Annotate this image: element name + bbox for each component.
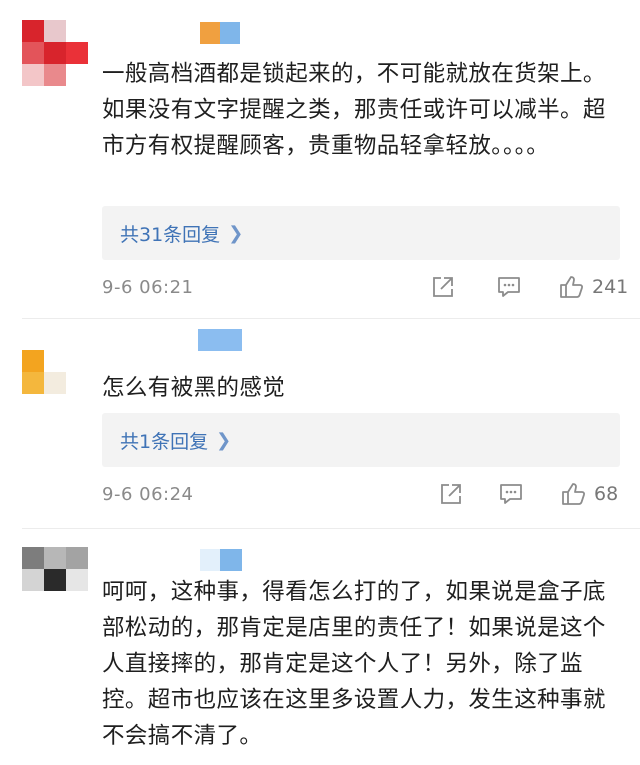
comment-icon[interactable] — [496, 274, 522, 300]
like-count: 68 — [594, 483, 619, 505]
comment-item: 呵呵，这种事，得看怎么打的了，如果说是盒子底部松动的，那肯定是店里的责任了！如果… — [0, 530, 640, 765]
avatar[interactable] — [22, 350, 66, 394]
username[interactable] — [200, 549, 242, 571]
share-icon[interactable] — [430, 274, 456, 300]
comment-text: 呵呵，这种事，得看怎么打的了，如果说是盒子底部松动的，那肯定是店里的责任了！如果… — [102, 579, 606, 749]
comment-actions: 241 — [430, 272, 628, 302]
comment-actions: 68 — [438, 479, 618, 509]
username[interactable] — [200, 22, 240, 44]
avatar[interactable] — [22, 547, 88, 591]
comment-item: 一般高档酒都是锁起来的，不可能就放在货架上。如果没有文字提醒之类，那责任或许可以… — [0, 0, 640, 320]
avatar[interactable] — [22, 20, 88, 86]
chevron-right-icon: ❯ — [228, 222, 244, 244]
like-count: 241 — [592, 276, 629, 298]
comment-text: 一般高档酒都是锁起来的，不可能就放在货架上。如果没有文字提醒之类，那责任或许可以… — [102, 61, 606, 159]
divider — [22, 528, 640, 529]
reply-count-label: 共31条回复 — [120, 223, 221, 246]
reply-count-button[interactable]: 共1条回复 ❯ — [102, 413, 620, 467]
thumbs-up-icon[interactable] — [558, 274, 584, 300]
reply-count-button[interactable]: 共31条回复 ❯ — [102, 206, 620, 260]
comment-text: 怎么有被黑的感觉 — [102, 375, 286, 401]
timestamp: 9-6 06:24 — [102, 483, 194, 505]
reply-count-label: 共1条回复 — [120, 430, 209, 453]
comment-item: 怎么有被黑的感觉 共1条回复 ❯ 9-6 06:24 68 — [0, 320, 640, 530]
comment-icon[interactable] — [498, 481, 524, 507]
chevron-right-icon: ❯ — [216, 429, 232, 451]
username[interactable] — [198, 329, 242, 351]
divider — [22, 318, 640, 319]
thumbs-up-icon[interactable] — [560, 481, 586, 507]
share-icon[interactable] — [438, 481, 464, 507]
timestamp: 9-6 06:21 — [102, 276, 194, 298]
